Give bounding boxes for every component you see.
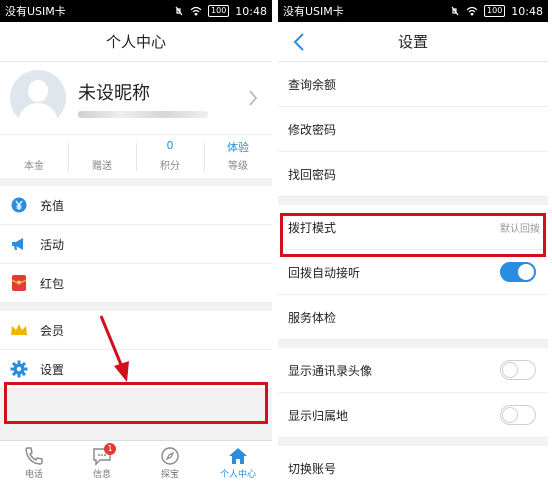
page-title-bar: 设置 [278,22,548,62]
dial-mode-highlight-box [280,213,546,257]
settings-item-change-password[interactable]: 修改密码 [278,107,548,152]
blurred-account-number [78,110,208,118]
menu-item-activity[interactable]: 活动 [0,225,272,264]
settings-group-account: 查询余额 修改密码 找回密码 [278,62,548,197]
settings-item-recover-password[interactable]: 找回密码 [278,152,548,197]
mute-icon [451,6,459,16]
menu-group-2: 会员 设置 [0,311,272,389]
wifi-icon [190,6,202,16]
account-stats: 本金 赠送 0 积分 体验 等级 [0,134,272,178]
menu-label: 会员 [40,323,65,338]
menu-label: 活动 [40,237,65,252]
status-bar: 没有USIM卡 100 10:48 [278,0,548,22]
wifi-icon [466,6,478,16]
stat-level[interactable]: 体验 等级 [204,135,272,178]
tab-messages[interactable]: 1 信息 [68,441,136,488]
gear-icon [10,360,28,378]
settings-highlight-box [4,382,268,424]
compass-icon [161,447,179,465]
carrier-text: 没有USIM卡 [5,5,66,18]
back-arrow-icon[interactable] [288,30,312,54]
clock-text: 10:48 [235,4,267,18]
mute-icon [175,6,183,16]
show-location-toggle[interactable] [500,405,536,425]
megaphone-icon [10,235,28,253]
menu-item-red-envelope[interactable]: 红包 [0,264,272,303]
tab-discover[interactable]: 探宝 [136,441,204,488]
menu-item-membership[interactable]: 会员 [0,311,272,350]
avatar [10,70,66,126]
battery-icon: 100 [208,5,230,17]
red-envelope-icon [10,274,28,292]
tab-personal-center[interactable]: 个人中心 [204,441,272,488]
battery-icon: 100 [484,5,506,17]
stat-bonus[interactable]: 赠送 [68,135,136,178]
crown-icon [10,321,28,339]
personal-center-screen: 没有USIM卡 100 10:48 个人中心 未设昵称 本金 赠送 0 积分 体验… [0,0,272,488]
status-bar: 没有USIM卡 100 10:48 [0,0,272,22]
home-icon [229,448,247,464]
auto-answer-toggle[interactable] [500,262,536,282]
yen-icon [10,196,28,214]
phone-icon [25,447,43,465]
nickname: 未设昵称 [78,82,150,104]
page-title: 设置 [397,33,428,51]
settings-group-display: 显示通讯录头像 显示归属地 [278,348,548,438]
page-title: 个人中心 [105,33,166,51]
chevron-right-icon [249,90,258,106]
settings-group-switch: 切换账号 [278,446,548,488]
clock-text: 10:48 [511,4,543,18]
menu-item-recharge[interactable]: 充值 [0,186,272,225]
tab-phone[interactable]: 电话 [0,441,68,488]
screenshot-stage: 没有USIM卡 100 10:48 个人中心 未设昵称 本金 赠送 0 积分 体验… [0,0,552,488]
settings-item-service-check[interactable]: 服务体检 [278,295,548,340]
settings-item-show-location[interactable]: 显示归属地 [278,393,548,438]
carrier-text: 没有USIM卡 [283,5,344,18]
contact-avatar-toggle[interactable] [500,360,536,380]
menu-group-1: 充值 活动 红包 [0,186,272,303]
settings-screen: 没有USIM卡 100 10:48 设置 查询余额 修改密码 找回密码 拨打模式… [278,0,548,488]
menu-label: 充值 [40,198,65,213]
menu-label: 设置 [40,362,65,377]
menu-label: 红包 [40,276,65,291]
settings-item-contact-avatar[interactable]: 显示通讯录头像 [278,348,548,393]
settings-item-check-balance[interactable]: 查询余额 [278,62,548,107]
settings-item-switch-account[interactable]: 切换账号 [278,446,548,488]
stat-points[interactable]: 0 积分 [136,135,204,178]
profile-card[interactable]: 未设昵称 [0,62,272,134]
bottom-tab-bar: 电话 1 信息 探宝 个人中心 [0,440,272,488]
stat-principal[interactable]: 本金 [0,135,68,178]
unread-badge: 1 [104,443,116,455]
page-title-bar: 个人中心 [0,22,272,62]
